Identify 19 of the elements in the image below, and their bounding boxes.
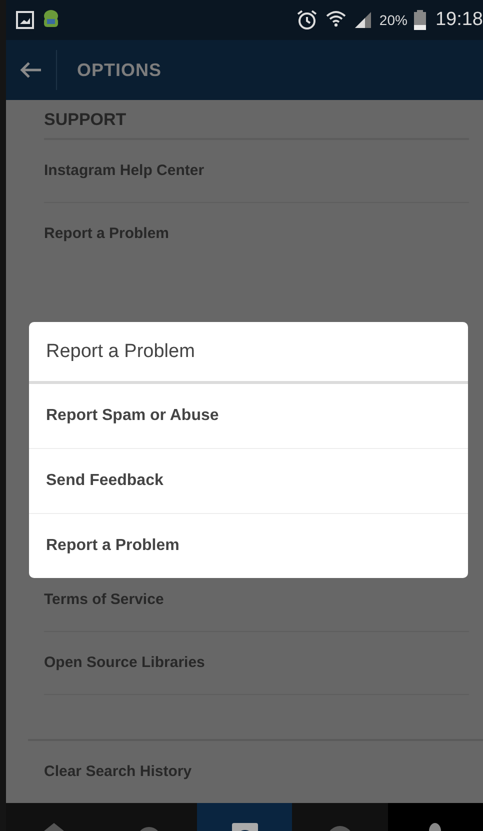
signal-icon bbox=[354, 11, 372, 29]
battery-percent: 20% bbox=[379, 12, 408, 28]
settings-item[interactable]: Clear Search History bbox=[28, 741, 469, 803]
dialog-option[interactable]: Send Feedback bbox=[29, 448, 468, 513]
settings-item[interactable]: Open Source Libraries bbox=[44, 632, 469, 695]
dialog-option[interactable]: Report a Problem bbox=[29, 513, 468, 578]
clock-time: 19:18 bbox=[435, 9, 483, 31]
settings-item[interactable]: Instagram Help Center bbox=[44, 140, 469, 203]
nav-tab[interactable] bbox=[388, 803, 483, 831]
dialog-title: Report a Problem bbox=[29, 322, 468, 384]
battery-icon bbox=[414, 10, 426, 30]
section-header: SUPPORT bbox=[44, 100, 469, 140]
settings-item[interactable]: Report a Problem bbox=[44, 203, 469, 265]
nav-tab[interactable] bbox=[196, 803, 292, 831]
alarm-clock-icon bbox=[296, 9, 318, 31]
back-arrow-icon[interactable] bbox=[20, 62, 42, 78]
dialog-option[interactable]: Report Spam or Abuse bbox=[29, 384, 468, 448]
gallery-icon bbox=[16, 11, 34, 29]
screen-title: OPTIONS bbox=[77, 60, 162, 80]
